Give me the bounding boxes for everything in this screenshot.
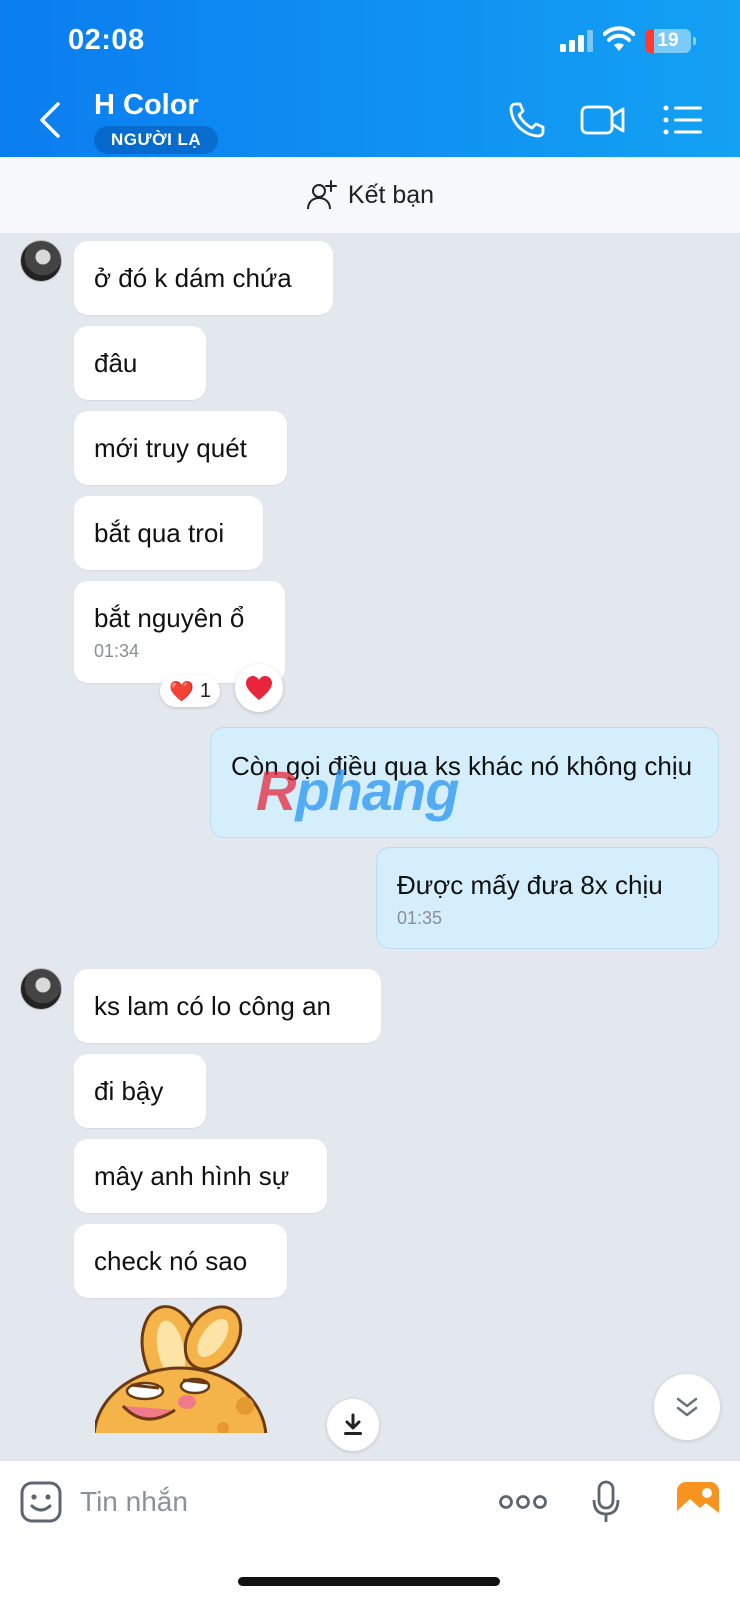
message-text: Được mấy đưa 8x chịu bbox=[397, 870, 663, 900]
photo-gallery-icon[interactable] bbox=[676, 1481, 720, 1523]
add-friend-icon bbox=[306, 180, 337, 210]
message-text: đi bậy bbox=[94, 1076, 164, 1106]
watermark: Rphang bbox=[256, 759, 459, 822]
message-text: bắt qua troi bbox=[94, 518, 225, 548]
rabbit-sticker[interactable] bbox=[95, 1298, 275, 1433]
cellular-signal-icon bbox=[560, 30, 593, 52]
message-bubble[interactable]: đi bậy bbox=[74, 1054, 206, 1128]
stranger-badge: NGƯỜI LẠ bbox=[94, 126, 219, 154]
battery-icon: 19 bbox=[645, 29, 691, 53]
wifi-icon bbox=[603, 26, 635, 51]
battery-level: 19 bbox=[657, 30, 679, 51]
message-text: ks lam có lo công an bbox=[94, 991, 332, 1021]
message-bubble[interactable]: check nó sao bbox=[74, 1224, 287, 1298]
add-friend-bar[interactable]: Kết bạn bbox=[0, 157, 740, 233]
message-text: mây anh hình sự bbox=[94, 1161, 290, 1191]
message-bubble[interactable]: Được mấy đưa 8x chịu 01:35 bbox=[376, 847, 719, 949]
message-time: 01:34 bbox=[94, 641, 140, 661]
back-icon[interactable] bbox=[32, 98, 68, 142]
react-button[interactable] bbox=[235, 664, 283, 712]
message-text: bắt nguyên ổ bbox=[94, 603, 245, 633]
video-call-icon[interactable] bbox=[580, 98, 626, 142]
message-time: 01:35 bbox=[397, 908, 443, 928]
chat-header: 02:08 19 H Color NGƯỜI LẠ bbox=[0, 0, 740, 157]
phone-icon[interactable] bbox=[505, 98, 551, 142]
status-time: 02:08 bbox=[68, 24, 145, 56]
emoji-sticker-icon[interactable] bbox=[20, 1481, 62, 1523]
message-text: ở đó k dám chứa bbox=[94, 263, 292, 293]
message-text: đâu bbox=[94, 348, 138, 378]
more-options-icon[interactable] bbox=[499, 1489, 547, 1515]
message-bubble[interactable]: mới truy quét bbox=[74, 411, 287, 485]
microphone-icon[interactable] bbox=[591, 1480, 621, 1524]
contact-name[interactable]: H Color bbox=[94, 89, 199, 122]
home-indicator bbox=[238, 1577, 500, 1586]
message-bubble[interactable]: ks lam có lo công an bbox=[74, 969, 381, 1043]
heart-reaction-icon: ❤️ bbox=[168, 680, 194, 703]
message-text: check nó sao bbox=[94, 1246, 248, 1276]
message-bubble[interactable]: mây anh hình sự bbox=[74, 1139, 327, 1213]
reaction-summary[interactable]: ❤️ 1 bbox=[160, 675, 220, 707]
message-text: mới truy quét bbox=[94, 433, 247, 463]
avatar[interactable] bbox=[20, 968, 62, 1010]
heart-icon bbox=[246, 676, 272, 700]
add-friend-label: Kết bạn bbox=[347, 180, 435, 209]
reaction-count: 1 bbox=[199, 679, 212, 702]
message-input[interactable] bbox=[80, 1477, 480, 1527]
message-bubble[interactable]: ở đó k dám chứa bbox=[74, 241, 333, 315]
chevron-double-down-icon bbox=[676, 1397, 698, 1417]
message-bubble[interactable]: bắt qua troi bbox=[74, 496, 263, 570]
message-bubble[interactable]: đâu bbox=[74, 326, 206, 400]
avatar[interactable] bbox=[20, 240, 62, 282]
scroll-to-bottom-button[interactable] bbox=[654, 1374, 720, 1440]
download-icon bbox=[344, 1413, 362, 1435]
download-button[interactable] bbox=[327, 1399, 379, 1451]
menu-list-icon[interactable] bbox=[660, 98, 706, 142]
